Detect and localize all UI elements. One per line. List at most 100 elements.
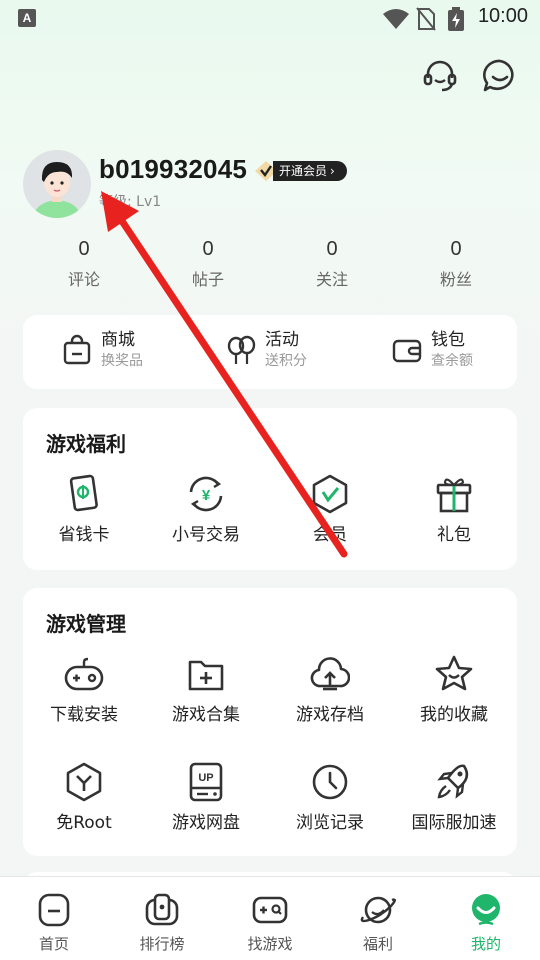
stat-value: 0 [450,238,462,260]
stat-label: 评论 [67,270,100,289]
wallet-icon [392,339,422,363]
card-title: 游戏管理 [46,612,126,636]
nav-label: 我的 [470,935,501,953]
grid-label: 小号交易 [172,525,240,545]
grid-label: 国际服加速 [411,813,497,833]
no-sim-icon [416,7,436,31]
manage-history[interactable]: 浏览记录 [270,762,390,833]
stat-following[interactable]: 0 关注 [270,236,394,290]
open-vip-badge[interactable]: 开通会员 › [253,160,347,182]
manage-favorites[interactable]: 我的收藏 [394,654,514,725]
open-vip-label: 开通会员 › [273,161,347,181]
customer-service-icon[interactable] [420,56,460,96]
bottom-navigation: 首页 排行榜 找游戏 福利 我的 [0,876,540,960]
nav-label: 找游戏 [247,935,293,953]
welfare-account-trade[interactable]: ¥ 小号交易 [146,474,266,545]
manage-no-root[interactable]: 免Root [24,762,144,833]
game-management-card: 游戏管理 下载安装 游戏合集 游戏存档 我的收藏 免Root UP 游戏网盘 浏… [23,588,517,856]
home-icon [38,893,70,927]
nav-label: 福利 [362,935,393,953]
manage-cloud-drive[interactable]: UP 游戏网盘 [146,762,266,833]
grid-label: 游戏合集 [172,705,240,725]
manage-downloads[interactable]: 下载安装 [24,654,144,725]
quick-subtitle: 送积分 [265,353,307,369]
open-vip-text: 开通会员 [279,164,328,178]
stat-label: 帖子 [191,270,224,289]
manage-collections[interactable]: 游戏合集 [146,654,266,725]
stat-value: 0 [326,238,338,260]
stat-value: 0 [78,238,90,260]
quick-links-card: 商城换奖品 活动送积分 钱包查余额 [23,315,517,389]
grid-label: 省钱卡 [58,525,110,545]
message-icon[interactable] [480,56,520,96]
stat-comments[interactable]: 0 评论 [22,236,146,290]
manage-intl-accelerator[interactable]: 国际服加速 [394,762,514,833]
avatar[interactable] [23,150,91,218]
grid-label: 会员 [313,525,347,545]
yuan-exchange-icon: ¥ [189,476,223,512]
nav-home[interactable]: 首页 [0,877,108,960]
grid-label: 免Root [56,813,112,833]
clock-icon [312,764,348,800]
wifi-icon [383,9,409,29]
quick-subtitle: 查余额 [431,353,473,369]
username: b019932045 [99,154,248,184]
cloud-upload-icon [310,657,350,691]
welfare-vip[interactable]: 会员 [270,474,390,545]
nav-me[interactable]: 我的 [432,877,540,960]
user-level: 等级: Lv1 [99,194,162,210]
nav-ranking[interactable]: 排行榜 [108,877,216,960]
quick-title: 活动 [265,330,299,350]
stat-fans[interactable]: 0 粉丝 [394,236,518,290]
nav-label: 首页 [38,935,69,953]
grid-label: 浏览记录 [296,813,364,833]
nav-label: 排行榜 [139,935,185,953]
vip-shield-icon [312,474,348,514]
quick-title: 钱包 [431,330,465,350]
planet-icon [360,896,396,924]
shopping-bag-icon [63,334,91,365]
cloud-drive-icon: UP [189,762,223,802]
avatar-illustration [23,150,91,218]
star-icon [435,655,473,691]
me-icon [472,894,500,926]
clock-time: 10:00 [477,5,528,27]
grid-label: 下载安装 [50,705,118,725]
quick-wallet[interactable]: 钱包 查余额 [391,329,473,371]
manage-saves[interactable]: 游戏存档 [270,654,390,725]
chevron-right-icon: › [330,164,335,178]
game-welfare-card: 游戏福利 省钱卡 ¥ 小号交易 会员 礼包 [23,408,517,570]
grid-label: 礼包 [437,525,471,545]
ranking-icon [145,893,179,926]
grid-label: 游戏存档 [296,705,364,725]
quick-subtitle: 换奖品 [101,353,143,369]
welfare-gift[interactable]: 礼包 [394,474,514,545]
stat-posts[interactable]: 0 帖子 [146,236,270,290]
nav-welfare[interactable]: 福利 [324,877,432,960]
quick-mall[interactable]: 商城 换奖品 [61,329,143,371]
card-title: 游戏福利 [46,432,126,456]
stat-value: 0 [202,238,214,260]
quick-activity[interactable]: 活动 送积分 [225,329,307,371]
grid-label: 我的收藏 [420,705,488,725]
quick-title: 商城 [101,330,135,350]
nav-find-game[interactable]: 找游戏 [216,877,324,960]
status-bar: A 10:00 [0,0,540,36]
gift-icon [436,478,472,513]
balloons-icon [227,335,256,364]
rocket-icon [437,764,469,799]
welfare-savings-card[interactable]: 省钱卡 [24,474,144,545]
find-game-icon [252,896,288,924]
gamepad-icon [64,657,104,691]
root-hex-icon [66,762,102,802]
stats-row: 0 评论 0 帖子 0 关注 0 粉丝 [22,236,518,290]
stat-label: 粉丝 [439,270,472,289]
svg-text:¥: ¥ [202,487,211,504]
savings-card-icon [69,474,98,512]
stat-label: 关注 [315,270,348,289]
grid-label: 游戏网盘 [172,813,240,833]
svg-text:UP: UP [198,772,213,784]
battery-charging-icon [448,7,464,31]
accessibility-icon: A [18,9,36,27]
folder-plus-icon [188,660,224,691]
